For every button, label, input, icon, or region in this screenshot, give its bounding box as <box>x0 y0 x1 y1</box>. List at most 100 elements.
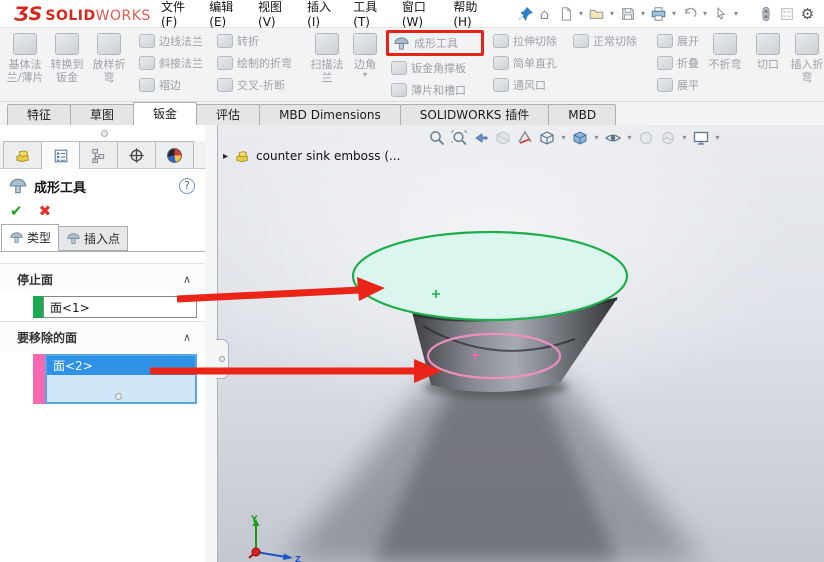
stop-face-selected[interactable] <box>353 232 627 320</box>
view-settings-button[interactable] <box>690 127 712 148</box>
ribbon-button-insert-bends[interactable]: 插入折弯 <box>786 30 824 84</box>
menu-insert[interactable]: 插入(I) <box>296 0 342 29</box>
select-dropdown[interactable]: ▾ <box>731 9 741 18</box>
print-button[interactable] <box>648 3 669 25</box>
corner-dropdown[interactable]: ▾ <box>363 71 367 79</box>
menu-edit[interactable]: 编辑(E) <box>198 0 247 29</box>
display-style-dropdown[interactable]: ▾ <box>591 133 602 142</box>
menu-help[interactable]: 帮助(H) <box>442 0 492 29</box>
graphics-viewport[interactable]: ▾ ▾ ▾ ▾ ▾ ▸ counter sink emboss (... Y Z <box>218 125 824 562</box>
ribbon-button-miter-flange[interactable]: 斜接法兰 <box>136 52 214 74</box>
ribbon-button-swept-flange[interactable]: 扫描法兰 <box>306 30 348 96</box>
forming-tool-icon <box>66 232 81 245</box>
options-list-icon <box>779 6 795 22</box>
apply-scene-dropdown[interactable]: ▾ <box>679 133 690 142</box>
ribbon-button-cross-break[interactable]: 交叉-折断 <box>214 74 306 96</box>
ribbon-button-extruded-cut[interactable]: 拉伸切除 <box>490 30 570 52</box>
undo-dropdown[interactable]: ▾ <box>700 9 710 18</box>
ribbon-button-convert-to-sheet-metal[interactable]: 转换到钣金 <box>46 30 88 84</box>
hide-show-items-button[interactable] <box>602 127 624 148</box>
ribbon-button-hem[interactable]: 褶边 <box>136 74 214 96</box>
save-button[interactable] <box>617 3 638 25</box>
ribbon-button-flatten[interactable]: 展平 <box>654 74 706 96</box>
display-manager-tab[interactable] <box>155 141 194 168</box>
ribbon-button-no-bends[interactable]: 不折弯 <box>706 30 744 96</box>
zoom-fit-button[interactable] <box>426 127 448 148</box>
stop-face-selection: 面<1> <box>33 296 197 318</box>
tab-features[interactable]: 特征 <box>7 104 71 125</box>
tab-mbd[interactable]: MBD <box>548 104 616 125</box>
open-dropdown[interactable]: ▾ <box>607 9 617 18</box>
ribbon-button-simple-hole[interactable]: 简单直孔 <box>490 52 570 74</box>
pin-menu-button[interactable] <box>518 3 534 25</box>
view-orientation-button[interactable] <box>536 127 558 148</box>
menu-view[interactable]: 视图(V) <box>247 0 296 29</box>
property-manager-tab[interactable] <box>41 141 80 169</box>
view-orientation-dropdown[interactable]: ▾ <box>558 133 569 142</box>
annotation-views-button[interactable] <box>514 127 536 148</box>
configuration-manager-tab[interactable] <box>79 141 118 168</box>
menu-window[interactable]: 窗口(W) <box>391 0 443 29</box>
tab-evaluate[interactable]: 评估 <box>196 104 260 125</box>
collapse-chevron-icon[interactable]: ∧ <box>183 273 191 286</box>
ribbon-button-forming-tool[interactable]: 成形工具 <box>391 33 460 53</box>
ribbon-button-sheet-metal-gusset[interactable]: 钣金角撑板 <box>388 57 484 79</box>
undo-button[interactable] <box>679 3 700 25</box>
ribbon-button-fold[interactable]: 折叠 <box>654 52 706 74</box>
options-list-button[interactable] <box>776 3 797 25</box>
ribbon-button-edge-flange[interactable]: 边线法兰 <box>136 30 214 52</box>
display-style-button[interactable] <box>569 127 591 148</box>
apply-scene-button[interactable] <box>657 127 679 148</box>
save-dropdown[interactable]: ▾ <box>638 9 648 18</box>
list-resize-grip[interactable] <box>115 393 122 400</box>
tab-mbd-dimensions[interactable]: MBD Dimensions <box>259 104 401 125</box>
hide-show-items-dropdown[interactable]: ▾ <box>624 133 635 142</box>
select-button[interactable] <box>710 3 731 25</box>
ribbon-button-base-flange[interactable]: 基体法兰/薄片 <box>4 30 46 84</box>
new-document-dropdown[interactable]: ▾ <box>576 9 586 18</box>
ribbon-button-sketched-bend[interactable]: 绘制的折弯 <box>214 52 306 74</box>
new-document-button[interactable] <box>555 3 576 25</box>
extruded-cut-icon <box>493 34 509 48</box>
ribbon-button-normal-cut[interactable]: 正常切除 <box>570 30 648 52</box>
panel-resize-grip[interactable] <box>101 130 108 137</box>
help-icon[interactable]: ? <box>179 178 195 194</box>
tab-sketch[interactable]: 草图 <box>70 104 134 125</box>
ribbon-button-vent[interactable]: 通风口 <box>490 74 570 96</box>
faces-to-remove-header[interactable]: 要移除的面 ∧ <box>0 321 205 351</box>
tree-expand-icon[interactable]: ▸ <box>223 151 228 162</box>
ribbon-button-rip[interactable]: 切口 <box>750 30 786 84</box>
edit-appearance-button[interactable] <box>635 127 657 148</box>
previous-view-button[interactable] <box>470 127 492 148</box>
settings-button[interactable]: ⚙ <box>797 3 818 25</box>
cancel-button[interactable]: ✖ <box>39 202 52 220</box>
ok-button[interactable]: ✔ <box>10 202 23 220</box>
touch-mode-button[interactable] <box>755 3 776 25</box>
panel-collapse-handle[interactable] <box>216 339 229 379</box>
stop-face-header[interactable]: 停止面 ∧ <box>0 263 205 293</box>
configuration-manager-icon <box>90 147 107 164</box>
subtab-insertion-point[interactable]: 插入点 <box>58 226 128 251</box>
collapse-chevron-icon[interactable]: ∧ <box>183 331 191 344</box>
feature-manager-tab[interactable] <box>3 141 42 168</box>
tab-sheet-metal[interactable]: 钣金 <box>133 102 197 125</box>
subtab-type[interactable]: 类型 <box>1 224 59 251</box>
tree-item-label[interactable]: counter sink emboss (... <box>256 149 400 163</box>
ribbon-button-corner[interactable]: 边角▾ <box>348 30 382 96</box>
section-view-button[interactable] <box>492 127 514 148</box>
selected-face-row[interactable]: 面<2> <box>47 356 195 375</box>
ribbon-button-lofted-bend[interactable]: 放样折弯 <box>88 30 130 84</box>
view-settings-dropdown[interactable]: ▾ <box>712 133 723 142</box>
menu-tools[interactable]: 工具(T) <box>342 0 391 29</box>
open-button[interactable] <box>586 3 607 25</box>
dimxpert-manager-tab[interactable] <box>117 141 156 168</box>
print-dropdown[interactable]: ▾ <box>669 9 679 18</box>
ribbon-button-unfold[interactable]: 展开 <box>654 30 706 52</box>
zoom-area-button[interactable] <box>448 127 470 148</box>
tab-solidworks-addins[interactable]: SOLIDWORKS 插件 <box>400 104 549 125</box>
menu-file[interactable]: 文件(F) <box>150 0 198 29</box>
ribbon-button-tab-and-slot[interactable]: 薄片和槽口 <box>388 79 484 101</box>
stop-face-selection-box[interactable]: 面<1> <box>43 296 197 318</box>
ribbon-button-jog[interactable]: 转折 <box>214 30 306 52</box>
home-button[interactable]: ⌂ <box>534 3 555 25</box>
